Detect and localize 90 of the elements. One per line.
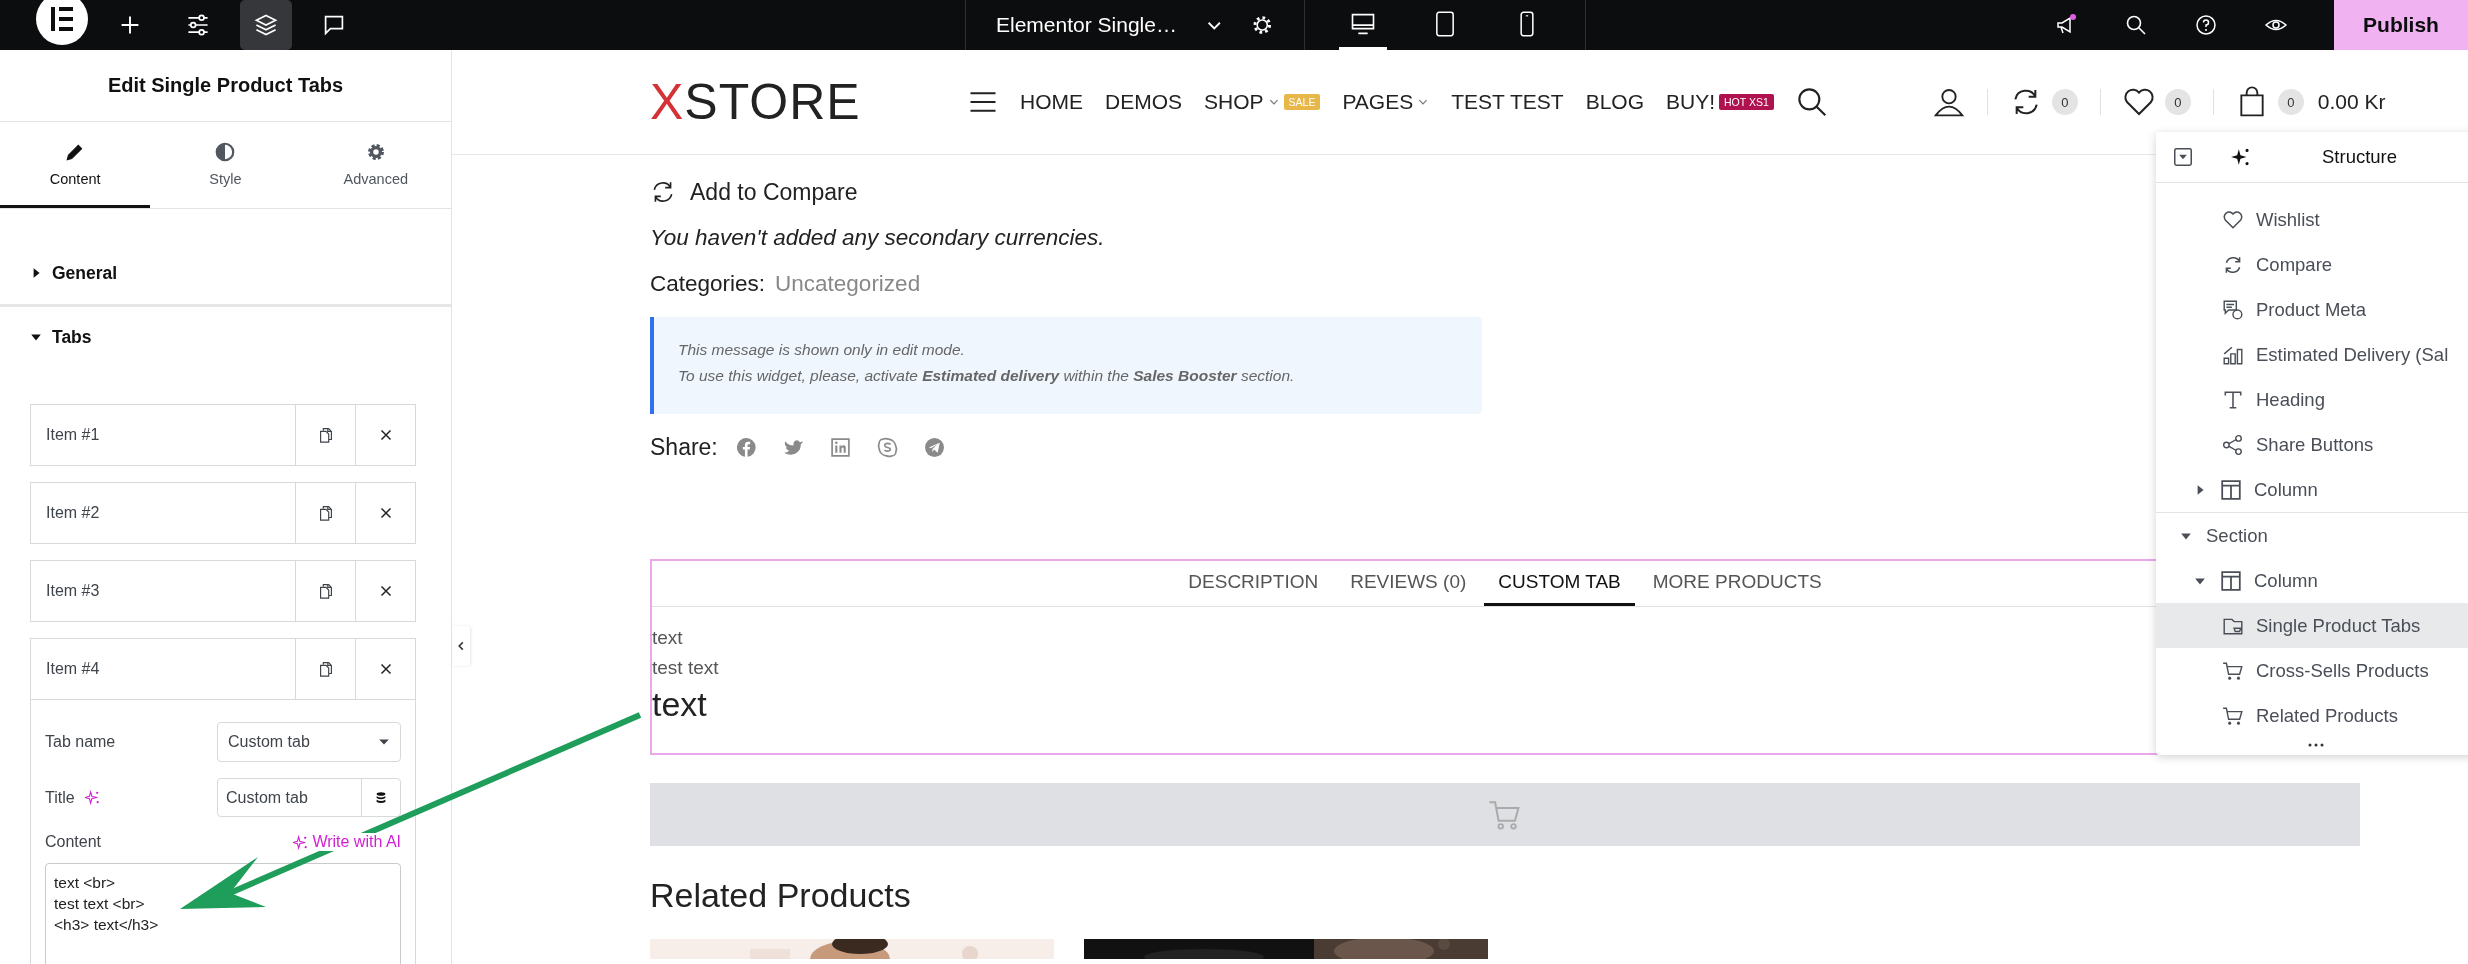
tree-item[interactable]: Estimated Delivery (Sal bbox=[2156, 332, 2468, 377]
notice-text: This message is shown only in edit mode. bbox=[678, 341, 966, 359]
nav-link[interactable]: PAGES bbox=[1342, 90, 1414, 114]
layers-icon[interactable] bbox=[254, 13, 278, 37]
product-tab[interactable]: DESCRIPTION bbox=[1174, 561, 1333, 606]
tab-content-text: text bbox=[652, 626, 683, 650]
collapse-icon[interactable] bbox=[2172, 146, 2194, 168]
sparkle-icon[interactable] bbox=[2230, 146, 2252, 168]
tree-item[interactable]: Compare bbox=[2156, 242, 2468, 287]
panel-tab[interactable]: Style bbox=[150, 122, 301, 208]
more-icon[interactable] bbox=[2308, 743, 2324, 747]
share-icon bbox=[2222, 433, 2244, 456]
write-with-ai-link[interactable]: Write with AI bbox=[293, 833, 401, 851]
nav-badge: HOT XS1 bbox=[1719, 94, 1774, 110]
tree-item[interactable]: Single Product Tabs bbox=[2156, 603, 2468, 648]
panel-title: Structure bbox=[2322, 146, 2398, 168]
help-icon[interactable] bbox=[2194, 13, 2218, 37]
count-badge: 0 bbox=[2164, 89, 2191, 115]
user-icon[interactable] bbox=[1932, 86, 1965, 118]
bird-icon[interactable] bbox=[782, 437, 804, 458]
section-heading: Related Products bbox=[650, 876, 912, 915]
comment-icon[interactable] bbox=[322, 13, 346, 37]
category-link[interactable]: Uncategorized bbox=[775, 271, 921, 297]
settings-icon[interactable] bbox=[1251, 13, 1274, 37]
sliders-icon[interactable] bbox=[186, 13, 210, 37]
document-icon bbox=[2222, 298, 2244, 321]
field-label: Tab name bbox=[45, 733, 117, 751]
tree-item[interactable]: Cross-Sells Products bbox=[2156, 648, 2468, 693]
field-label: Content bbox=[45, 833, 103, 851]
linkedin-icon[interactable] bbox=[829, 437, 851, 458]
tree-item[interactable]: Section bbox=[2156, 513, 2468, 558]
section-header[interactable]: Tabs bbox=[30, 326, 92, 348]
product-tab[interactable]: CUSTOM TAB bbox=[1484, 561, 1635, 606]
search-icon[interactable] bbox=[2124, 13, 2148, 37]
nav-link[interactable]: BLOG bbox=[1585, 90, 1644, 114]
categories-label: Categories: bbox=[650, 271, 766, 297]
facebook-icon[interactable] bbox=[735, 437, 757, 458]
title-input[interactable]: Custom tab bbox=[218, 779, 361, 816]
database-icon bbox=[374, 790, 388, 805]
field-label: Title bbox=[45, 788, 75, 807]
item-toggle[interactable]: Item #4 bbox=[31, 639, 295, 699]
columns-icon bbox=[2220, 569, 2242, 592]
content-field[interactable]: text <br> test text <br> <h3> text</h3> bbox=[45, 863, 401, 964]
heart-icon[interactable] bbox=[2122, 86, 2155, 118]
nav-link[interactable]: DEMOS bbox=[1105, 90, 1182, 114]
columns-icon bbox=[2220, 478, 2242, 501]
tree-item[interactable]: Related Products bbox=[2156, 693, 2468, 738]
product-tab[interactable]: REVIEWS (0) bbox=[1336, 561, 1481, 606]
panel-tab[interactable]: Advanced bbox=[300, 122, 451, 208]
product-tab[interactable]: MORE PRODUCTS bbox=[1638, 561, 1836, 606]
item-toggle[interactable]: Item #1 bbox=[31, 405, 295, 465]
tab-content-heading: text bbox=[652, 684, 707, 725]
title-field[interactable]: Custom tab bbox=[217, 778, 401, 817]
nav-link[interactable]: BUY! bbox=[1666, 90, 1715, 114]
cart-total[interactable]: 0.00 Kr bbox=[2317, 90, 2386, 114]
tree-item[interactable]: Share Buttons bbox=[2156, 422, 2468, 467]
nav-link[interactable]: TEST TEST bbox=[1451, 90, 1564, 114]
tab-name-dropdown[interactable]: Custom tab bbox=[217, 722, 401, 762]
tree-item[interactable]: Wishlist bbox=[2156, 197, 2468, 242]
tree-item[interactable]: Heading bbox=[2156, 377, 2468, 422]
tree-item[interactable]: Column bbox=[2156, 558, 2468, 603]
publish-button[interactable]: Publish bbox=[2334, 0, 2468, 50]
paper-plane-icon[interactable] bbox=[923, 437, 945, 458]
nav-link[interactable]: SHOP bbox=[1204, 90, 1264, 114]
nav-link[interactable]: HOME bbox=[1020, 90, 1083, 114]
sparkle-icon bbox=[293, 834, 309, 850]
section-header[interactable]: General bbox=[30, 262, 118, 284]
tree-item[interactable]: Column bbox=[2156, 467, 2468, 512]
store-logo[interactable]: XSTORE bbox=[650, 73, 968, 131]
item-toggle[interactable]: Item #2 bbox=[31, 483, 295, 543]
item-toggle[interactable]: Item #3 bbox=[31, 561, 295, 621]
contrast-icon[interactable] bbox=[214, 140, 237, 163]
document-title[interactable]: Elementor Single… bbox=[996, 13, 1177, 37]
panel-tab[interactable]: Content bbox=[0, 122, 151, 208]
dropdown-value: Custom tab bbox=[228, 733, 310, 751]
toolbar-button[interactable] bbox=[240, 0, 292, 50]
tree-item[interactable]: Product Meta bbox=[2156, 287, 2468, 332]
heart-icon bbox=[2222, 208, 2244, 231]
share-label: Share: bbox=[650, 434, 718, 461]
search-icon[interactable] bbox=[1795, 86, 1828, 118]
count-badge: 0 bbox=[2277, 89, 2304, 115]
collapse-handle[interactable] bbox=[452, 626, 470, 666]
skype-icon[interactable] bbox=[876, 437, 898, 458]
count-badge: 0 bbox=[2051, 89, 2078, 115]
tab-content-text: test text bbox=[652, 656, 719, 680]
add-to-compare-link[interactable]: Add to Compare bbox=[690, 178, 858, 206]
notice-text: To use this widget, please, activate Estimated delivery within the Sales Booster section. bbox=[678, 367, 1296, 385]
nav-badge: SALE bbox=[1283, 94, 1321, 110]
currency-note: You haven't added any secondary currencies. bbox=[650, 225, 1106, 251]
panel-title: Edit Single Product Tabs bbox=[0, 50, 451, 122]
